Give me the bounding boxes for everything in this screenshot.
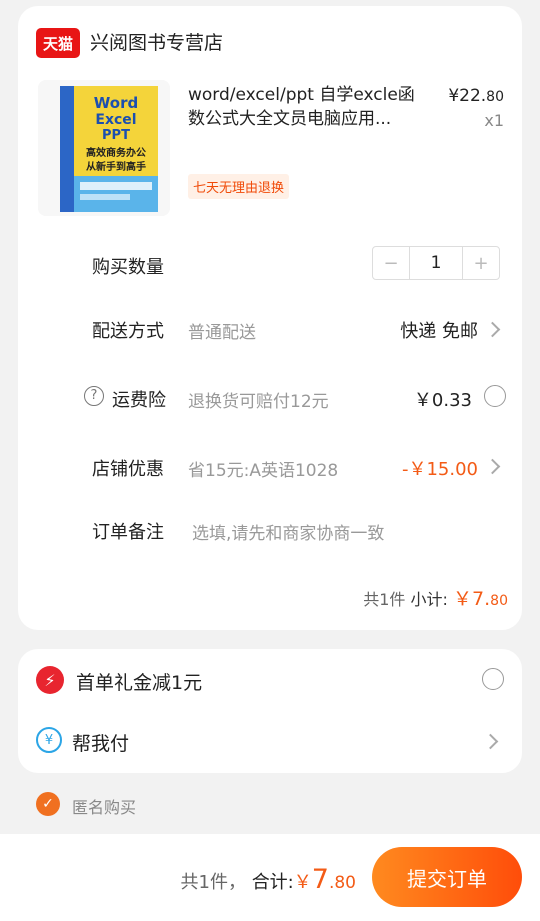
total-int: 7 <box>311 864 329 895</box>
first-order-gift-label: 首单礼金减1元 <box>76 672 203 694</box>
anonymous-purchase-label[interactable]: 匿名购买 <box>72 794 136 818</box>
first-order-radio[interactable] <box>482 668 504 690</box>
cover-ppt: PPT <box>102 128 130 143</box>
quantity-label: 购买数量 <box>92 257 164 278</box>
subtotal-label: 小计: <box>410 590 448 609</box>
total-yen: ￥ <box>293 872 312 893</box>
discount-hint: 省15元:A英语1028 <box>188 461 339 481</box>
store-name[interactable]: 兴阅图书专营店 <box>90 28 223 58</box>
chevron-right-icon[interactable] <box>484 321 501 338</box>
insurance-hint: 退换货可赔付12元 <box>188 392 329 412</box>
product-quantity: x1 <box>484 111 504 130</box>
lightning-icon: ⚡ <box>36 666 64 694</box>
pay-for-me-label[interactable]: 帮我付 <box>72 729 129 756</box>
insurance-radio[interactable] <box>484 385 506 407</box>
order-card: 天猫 兴阅图书专营店 Word Excel PPT 高效商务办公 从新手到高手 … <box>18 6 522 630</box>
insurance-label: 运费险 <box>112 390 166 411</box>
quantity-stepper: − 1 + <box>372 246 500 280</box>
subtotal-int: ￥7. <box>453 588 491 610</box>
subtotal-count: 共1件 <box>363 590 406 609</box>
cover-line4: 高效商务办公 <box>86 146 146 159</box>
delivery-label: 配送方式 <box>92 321 164 342</box>
total-count: 共1件， <box>180 872 246 893</box>
checkbox-checked-icon[interactable]: ✓ <box>36 792 60 816</box>
order-total: 共1件， 合计:￥7.80 <box>181 864 357 895</box>
cover-line5: 从新手到高手 <box>86 160 146 173</box>
discount-label: 店铺优惠 <box>92 459 164 480</box>
tmall-logo-icon: 天猫 <box>36 28 80 58</box>
price-dec: 80 <box>486 89 504 105</box>
cover-excel: Excel <box>95 112 136 128</box>
note-input[interactable]: 选填,请先和商家协商一致 <box>192 519 384 544</box>
chevron-right-icon[interactable] <box>484 458 501 475</box>
submit-order-button[interactable]: 提交订单 <box>372 847 522 907</box>
quantity-value[interactable]: 1 <box>409 247 463 279</box>
decrease-button[interactable]: − <box>373 247 409 279</box>
subtotal-dec: 80 <box>490 593 508 609</box>
note-label: 订单备注 <box>92 522 164 543</box>
total-dec: .80 <box>328 873 356 893</box>
delivery-method: 普通配送 <box>188 323 256 343</box>
return-policy-tag: 七天无理由退换 <box>188 174 290 199</box>
delivery-value[interactable]: 快递 免邮 <box>400 317 478 343</box>
increase-button[interactable]: + <box>463 247 499 279</box>
price-int: ¥22. <box>448 86 487 106</box>
extras-card: ⚡ 首单礼金减1元 ¥ 帮我付 <box>18 649 522 773</box>
cover-word: Word <box>94 94 138 112</box>
discount-value[interactable]: -￥15.00 <box>402 455 478 481</box>
insurance-price: ￥0.33 <box>413 390 472 411</box>
chevron-right-icon[interactable] <box>482 733 499 750</box>
help-icon[interactable]: ? <box>84 386 104 406</box>
yen-icon: ¥ <box>36 727 62 753</box>
product-image[interactable]: Word Excel PPT 高效商务办公 从新手到高手 <box>38 80 170 216</box>
subtotal: 共1件 小计: ￥7.80 <box>363 584 508 611</box>
bottom-bar: 共1件， 合计:￥7.80 提交订单 <box>0 834 540 921</box>
total-label: 合计: <box>251 872 294 893</box>
product-price: ¥22.80 <box>448 86 504 106</box>
product-title[interactable]: word/excel/ppt 自学excle函数公式大全文员电脑应用... <box>188 83 418 131</box>
